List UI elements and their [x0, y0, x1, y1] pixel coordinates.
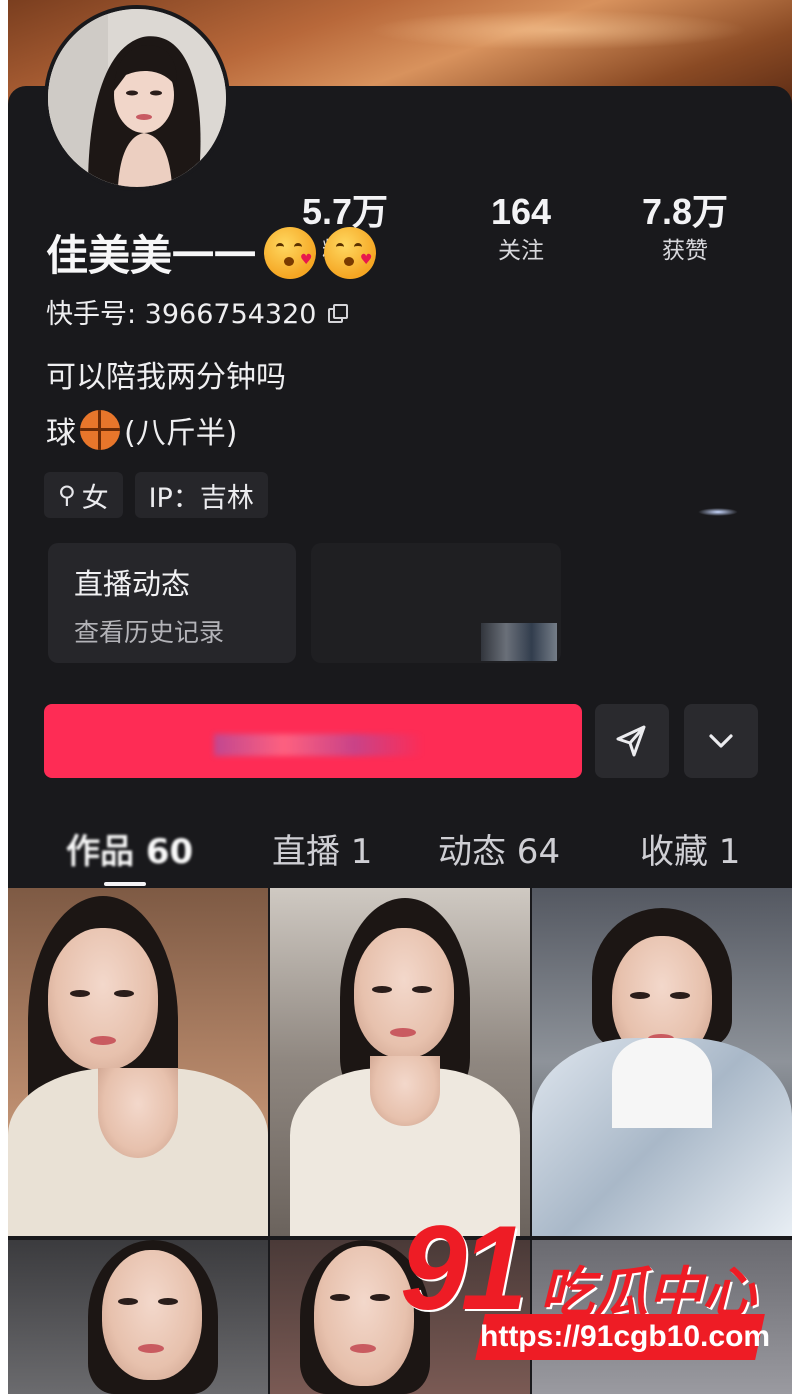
gender-tag-text: 女	[81, 482, 109, 514]
avatar-photo	[48, 9, 226, 187]
stat-likes[interactable]: 7.8万 获赞	[610, 190, 760, 268]
ip-tag-text: IP：吉林	[148, 482, 254, 514]
profile-screen: 5.7万 粉丝 164 关注 7.8万 获赞 佳美美一一	[8, 0, 792, 1394]
copy-icon[interactable]	[328, 303, 349, 323]
bio-line-2-suffix: (八斤半)	[124, 416, 238, 451]
video-thumbnail[interactable]	[532, 888, 792, 1236]
bio-line-1: 可以陪我两分钟吗	[46, 360, 286, 395]
content-tabs: 作品 60 直播 1 动态 64 收藏 1	[8, 810, 792, 888]
live-history-title: 直播动态	[74, 567, 191, 601]
video-thumbnail[interactable]	[270, 888, 530, 1236]
stat-following-value: 164	[490, 191, 552, 232]
profile-name: 佳美美一一 ♥ ♥	[46, 222, 377, 283]
live-preview-thumbnail[interactable]	[311, 543, 561, 663]
ip-tag: IP：吉林	[134, 472, 268, 518]
bio-line-2-prefix: 球	[46, 416, 76, 451]
watermark: 91 吃瓜中心 https://91cgb10.com	[390, 1201, 790, 1360]
watermark-url-text: https://91cgb10.com	[480, 1320, 771, 1353]
tab-favorites[interactable]: 收藏 1	[640, 824, 740, 873]
tab-live[interactable]: 直播 1	[272, 824, 372, 873]
live-history-card[interactable]: 直播动态 查看历史记录	[48, 543, 296, 663]
kuaishou-id[interactable]: 快手号: 3966754320	[46, 292, 349, 331]
live-history-subtitle: 查看历史记录	[74, 618, 225, 647]
watermark-number: 91	[400, 1201, 528, 1335]
light-artifact	[698, 508, 738, 516]
follow-button-blurred-label	[214, 734, 424, 756]
profile-tags: ⚲ 女 IP：吉林	[44, 472, 268, 518]
watermark-url: https://91cgb10.com	[475, 1314, 770, 1360]
tab-moments[interactable]: 动态 64	[438, 824, 560, 873]
share-button[interactable]	[595, 704, 669, 778]
stat-following[interactable]: 164 关注	[446, 190, 596, 268]
stat-likes-label: 获赞	[662, 238, 708, 264]
follow-button[interactable]	[44, 704, 582, 778]
kuaishou-id-text: 快手号: 3966754320	[46, 299, 317, 330]
chevron-down-icon	[709, 734, 733, 748]
stat-following-label: 关注	[498, 238, 544, 264]
video-thumbnail[interactable]	[8, 888, 268, 1236]
kissing-heart-icon: ♥	[264, 226, 317, 279]
female-icon: ⚲	[58, 481, 76, 509]
bio-line-2: 球 (八斤半)	[46, 408, 237, 452]
stat-likes-value: 7.8万	[641, 191, 729, 232]
profile-name-text: 佳美美一一	[46, 231, 257, 280]
gender-tag: ⚲ 女	[44, 472, 123, 518]
kissing-heart-icon: ♥	[324, 226, 377, 279]
avatar[interactable]	[44, 5, 230, 191]
thumbnail-image	[481, 623, 557, 661]
share-paper-plane-icon	[616, 725, 646, 757]
cover-highlight	[368, 10, 748, 50]
tab-works[interactable]: 作品 60	[66, 824, 193, 873]
active-tab-indicator	[104, 882, 146, 886]
video-thumbnail[interactable]	[8, 1240, 268, 1394]
more-button[interactable]	[684, 704, 758, 778]
basketball-icon	[80, 410, 120, 450]
